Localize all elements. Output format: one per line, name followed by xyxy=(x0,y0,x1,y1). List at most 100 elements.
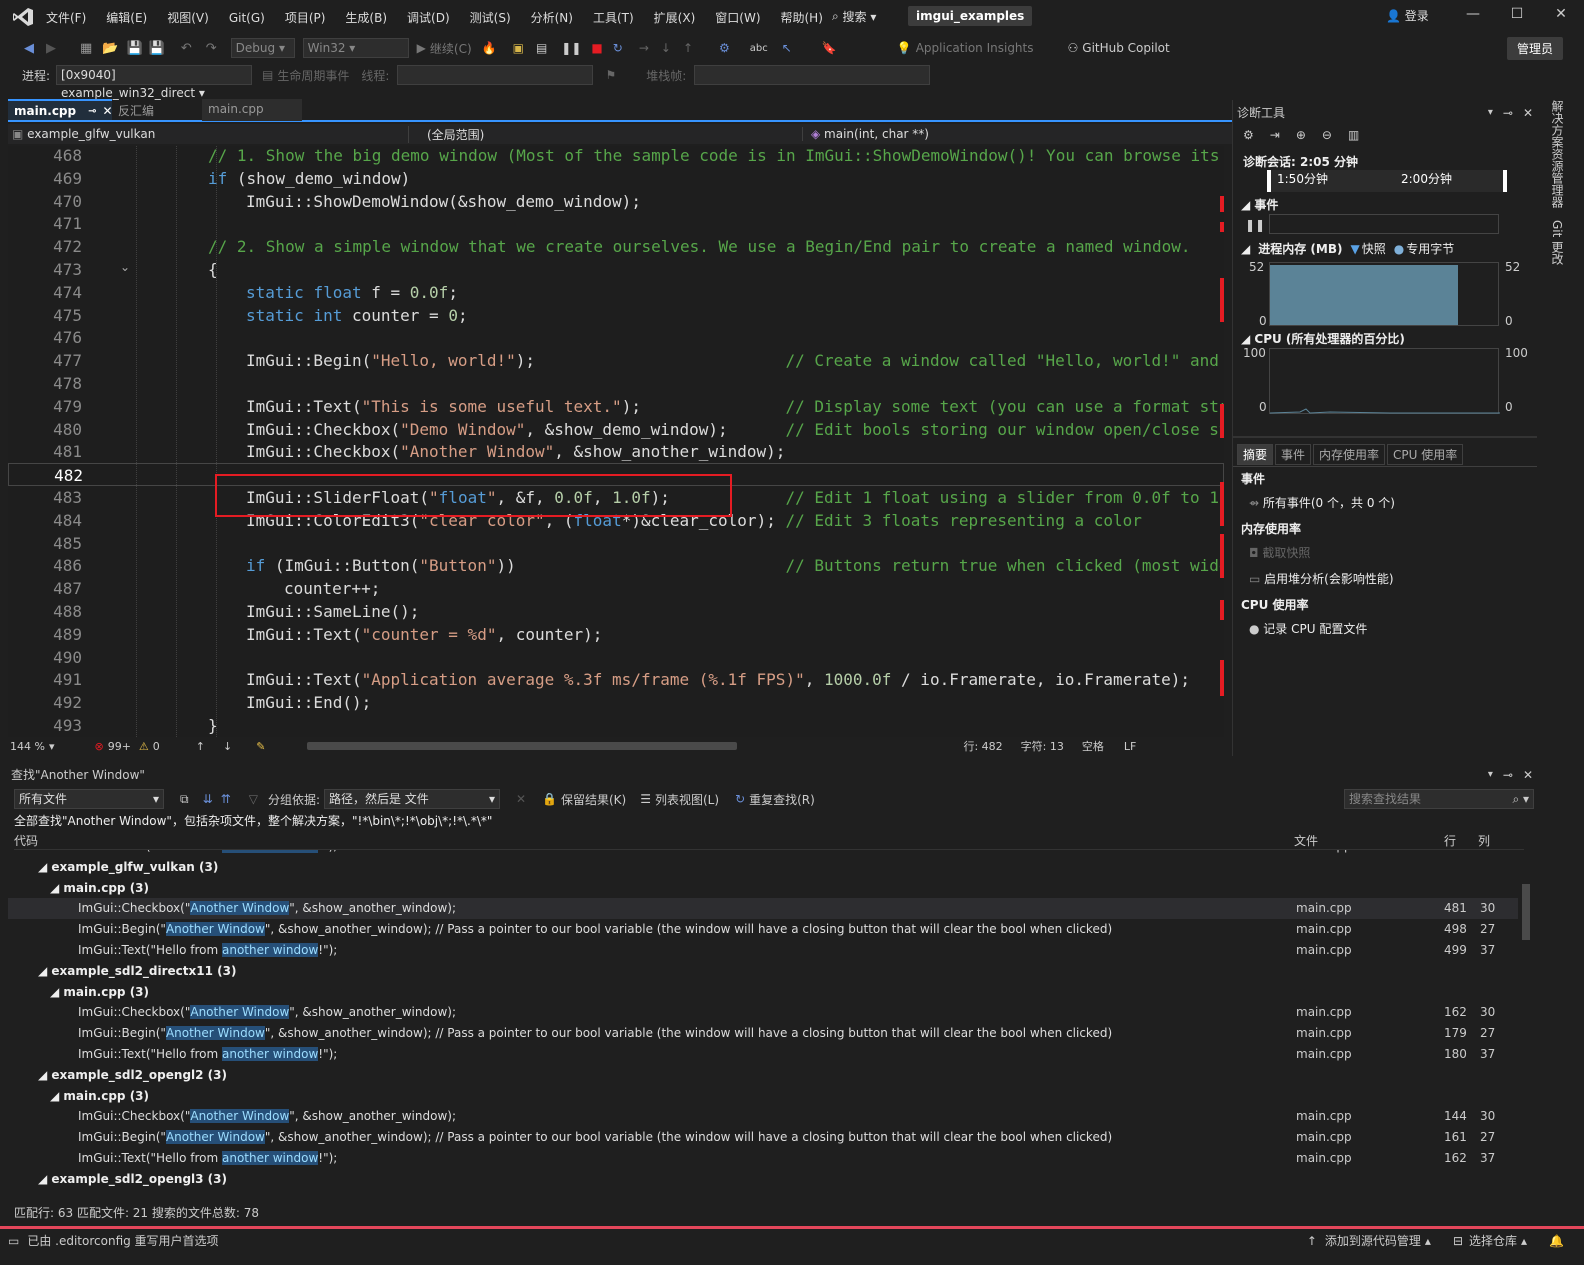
code-line[interactable]: 476 xyxy=(8,326,1224,349)
code-line[interactable]: 490 xyxy=(8,646,1224,669)
keep-results-button[interactable]: 保留结果(K) xyxy=(561,791,626,808)
flag-icon[interactable]: ⚑ xyxy=(605,68,616,82)
collapse-icon[interactable]: ◢ xyxy=(38,1068,51,1082)
collapse-icon[interactable]: ◢ xyxy=(50,985,63,999)
col-line[interactable]: 行 xyxy=(1444,832,1456,849)
git-changes-side-tab[interactable]: Git 更改 xyxy=(1546,220,1566,265)
result-row[interactable]: ImGui::Checkbox("Another Window", &show_… xyxy=(8,898,1518,920)
menu-item[interactable]: 调试(D) xyxy=(407,9,450,26)
col-code[interactable]: 代码 xyxy=(14,832,38,849)
code-line[interactable]: 472 // 2. Show a simple window that we cr… xyxy=(8,235,1224,258)
horizontal-scrollbar[interactable] xyxy=(307,742,738,750)
copilot-label[interactable]: GitHub Copilot xyxy=(1082,41,1169,55)
scope-dropdown[interactable]: (全局范围) xyxy=(408,125,802,143)
project-dropdown[interactable]: ▣ example_glfw_vulkan xyxy=(8,127,408,141)
result-row[interactable]: ImGui::Begin("Another Window", &show_ano… xyxy=(8,1127,1518,1148)
step-into-icon[interactable]: ↓ xyxy=(661,41,671,55)
brush-icon[interactable]: ✎ xyxy=(256,740,265,753)
close-panel-icon[interactable]: ✕ xyxy=(1523,768,1533,782)
result-row[interactable]: ImGui::Text("Hello from another window!"… xyxy=(8,1044,1518,1065)
hot-reload-icon[interactable]: 🔥 xyxy=(482,41,497,55)
tab-main-cpp[interactable]: main.cpp ⊸ ✕ xyxy=(8,99,113,121)
menu-item[interactable]: 扩展(X) xyxy=(654,9,696,26)
events-pause-icon[interactable]: ❚❚ xyxy=(1245,218,1265,232)
pin-panel-icon[interactable]: ⊸ xyxy=(1503,768,1513,782)
all-events-row[interactable]: ⇴ 所有事件(0 个，共 0 个) xyxy=(1249,494,1395,511)
insights-label[interactable]: Application Insights xyxy=(916,41,1034,55)
take-snapshot-button[interactable]: ◘ 截取快照 xyxy=(1249,544,1310,561)
filter-icon[interactable]: ▽ xyxy=(249,792,258,806)
spell-icon[interactable]: abc xyxy=(750,43,768,54)
result-group[interactable]: ◢ example_sdl2_opengl3 (3) xyxy=(8,1169,1518,1190)
result-row[interactable]: ImGui::Checkbox("Another Window", &show_… xyxy=(8,1002,1518,1023)
new-item-icon[interactable]: ▦ xyxy=(80,41,92,56)
collapse-all-icon[interactable]: ⇈ xyxy=(221,792,231,806)
panel-menu-icon[interactable]: ▾ xyxy=(1488,769,1493,780)
error-icon[interactable]: ⊗ xyxy=(94,740,103,753)
result-row[interactable]: ImGui::Text("Hello from another window!"… xyxy=(8,940,1518,961)
zoom-level[interactable]: 144 % xyxy=(10,740,45,753)
code-line[interactable]: 477 ImGui::Begin("Hello, world!"); // Cre… xyxy=(8,349,1224,372)
code-editor[interactable]: 468 // 1. Show the big demo window (Most … xyxy=(8,146,1224,737)
continue-label[interactable]: 继续(C) xyxy=(430,40,472,57)
cpu-chart[interactable] xyxy=(1269,348,1500,414)
menu-item[interactable]: 分析(N) xyxy=(531,9,573,26)
group-by-select[interactable]: 路径，然后是 文件 ▾ xyxy=(323,789,500,809)
code-line[interactable]: 488 ImGui::SameLine(); xyxy=(8,600,1224,623)
col-file[interactable]: 文件 xyxy=(1294,832,1318,849)
lifecycle-label[interactable]: 生命周期事件 xyxy=(277,67,349,84)
panel-menu-icon[interactable]: ▾ xyxy=(1488,107,1493,118)
minimize-button[interactable]: — xyxy=(1458,6,1488,22)
code-line[interactable]: 481 ImGui::Checkbox("Another Window", &sh… xyxy=(8,440,1224,463)
collapse-icon[interactable]: ◢ xyxy=(50,1089,63,1103)
collapse-icon[interactable]: ◢ xyxy=(38,1172,51,1186)
pause-icon[interactable]: ❚❚ xyxy=(561,41,581,55)
menu-item[interactable]: 窗口(W) xyxy=(715,9,760,26)
menu-item[interactable]: 文件(F) xyxy=(46,9,86,26)
pin-panel-icon[interactable]: ⊸ xyxy=(1503,106,1513,120)
results-scrollbar[interactable] xyxy=(1520,834,1534,1200)
clear-icon[interactable]: ✕ xyxy=(516,792,526,806)
code-line[interactable]: 474 static float f = 0.0f; xyxy=(8,281,1224,304)
layout-icon[interactable]: ▤ xyxy=(536,41,547,55)
add-to-source-control-button[interactable]: 添加到源代码管理 xyxy=(1325,1232,1421,1249)
code-line[interactable]: 469 if (show_demo_window) xyxy=(8,167,1224,190)
memory-chart[interactable] xyxy=(1269,262,1499,326)
menu-item[interactable]: Git(G) xyxy=(229,11,265,25)
menu-item[interactable]: 编辑(E) xyxy=(106,9,147,26)
code-line[interactable]: 493} xyxy=(8,714,1224,737)
insights-icon[interactable]: 💡 xyxy=(897,41,912,55)
menu-item[interactable]: 项目(P) xyxy=(285,9,326,26)
result-row[interactable]: ImGui::Begin("Another Window", &show_ano… xyxy=(8,919,1518,940)
tab-main-cpp-2[interactable]: main.cpp xyxy=(202,99,302,121)
close-panel-icon[interactable]: ✕ xyxy=(1523,106,1533,120)
prev-issue-icon[interactable]: ↑ xyxy=(196,740,205,753)
function-dropdown[interactable]: ◈ main(int, char **) xyxy=(802,127,1202,141)
restart-icon[interactable]: ↻ xyxy=(613,41,623,55)
diag-tab[interactable]: 摘要 xyxy=(1237,444,1274,465)
back-icon[interactable]: ◀ xyxy=(24,41,34,56)
lock-icon[interactable]: 🔒 xyxy=(542,792,557,806)
result-group[interactable]: ◢ example_glfw_vulkan (3) xyxy=(8,857,1518,878)
process-icon[interactable]: ▣ xyxy=(513,41,524,55)
results-list[interactable]: ImGui::Text("Hello from another window!"… xyxy=(8,850,1518,1202)
save-icon[interactable]: 💾 xyxy=(126,41,142,56)
maximize-button[interactable]: ☐ xyxy=(1502,6,1532,22)
undo-icon[interactable]: ↶ xyxy=(181,41,192,56)
solution-explorer-side-tab[interactable]: 解决方案资源管理器 xyxy=(1546,100,1566,208)
error-count[interactable]: 99+ xyxy=(108,740,131,753)
settings-icon[interactable]: ⚙ xyxy=(1243,128,1254,142)
col-col[interactable]: 列 xyxy=(1478,832,1490,849)
collapse-icon[interactable]: ◢ xyxy=(38,964,51,978)
copy-icon[interactable]: ⧉ xyxy=(180,792,189,807)
visual-studio-logo-icon[interactable] xyxy=(12,7,34,27)
zoom-in-icon[interactable]: ⊕ xyxy=(1296,128,1306,142)
code-line[interactable]: 471 xyxy=(8,212,1224,235)
timeline-ruler[interactable]: 1:50分钟 2:00分钟 xyxy=(1267,170,1507,192)
chart-icon[interactable]: ▥ xyxy=(1348,128,1359,142)
forward-icon[interactable]: ▶ xyxy=(46,41,56,56)
collapse-icon[interactable]: ◢ xyxy=(50,881,63,895)
expand-all-icon[interactable]: ⇊ xyxy=(203,792,213,806)
notifications-icon[interactable]: 🔔 xyxy=(1549,1234,1564,1248)
step-over-icon[interactable]: → xyxy=(639,41,649,55)
